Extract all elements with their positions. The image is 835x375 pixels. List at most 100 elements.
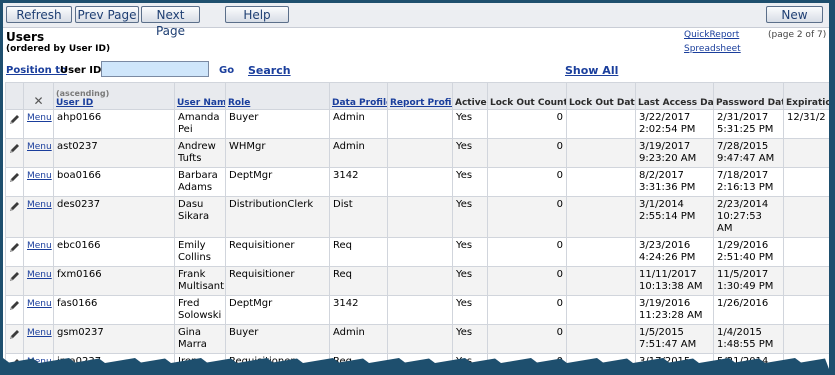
- edit-cell[interactable]: [5, 324, 24, 354]
- row-menu-link[interactable]: Menu: [27, 113, 52, 123]
- menu-cell: Menu: [23, 237, 54, 267]
- line: 3/19/2016: [639, 298, 691, 309]
- last-access-cell: 11/11/2017 10:13:38 AM: [635, 266, 714, 296]
- edit-cell[interactable]: [5, 196, 24, 238]
- row-menu-link[interactable]: Menu: [27, 171, 52, 181]
- row-menu-link[interactable]: Menu: [27, 328, 52, 338]
- line: 2:55:14 PM: [639, 211, 696, 222]
- pencil-icon[interactable]: [9, 172, 20, 183]
- edit-cell[interactable]: [5, 167, 24, 197]
- clear-sort-icon[interactable]: ✕: [23, 82, 54, 110]
- lockout-date-cell: [566, 324, 636, 354]
- report-profile-header-link[interactable]: Report Profile: [390, 98, 452, 108]
- header-report-profile[interactable]: Report Profile: [387, 82, 453, 110]
- table-row[interactable]: Menu ahp0166 Amanda Pei Buyer Admin Yes 0 3/22/2…: [5, 109, 829, 139]
- lockout-date-cell: [566, 237, 636, 267]
- data-profile-cell: Admin: [329, 138, 388, 168]
- row-menu-link[interactable]: Menu: [27, 142, 52, 152]
- edit-cell[interactable]: [5, 266, 24, 296]
- edit-cell[interactable]: [5, 109, 24, 139]
- edit-cell[interactable]: [5, 295, 24, 325]
- search-link[interactable]: Search: [248, 64, 291, 77]
- line: 1:30:49 PM: [717, 281, 774, 292]
- quickreport-link[interactable]: QuickReport: [684, 30, 739, 40]
- pencil-icon[interactable]: [9, 300, 20, 311]
- line: Tufts: [178, 153, 202, 164]
- go-button[interactable]: Go: [219, 65, 234, 76]
- user-name-cell: Amanda Pei: [174, 109, 226, 139]
- header-lockout-counter: Lock Out Counter: [487, 82, 567, 110]
- next-page-button[interactable]: Next Page: [141, 6, 200, 38]
- user-id-cell: fxm0166: [53, 266, 175, 296]
- user-id-cell: ahp0166: [53, 109, 175, 139]
- pencil-icon[interactable]: [9, 201, 20, 212]
- line: 1/5/2015: [639, 327, 684, 338]
- role-cell: Requisitioner: [225, 266, 330, 296]
- table-row[interactable]: Menu fxm0166 Frank Multisant Requisitioner Re…: [5, 266, 829, 296]
- table-row[interactable]: Menu fas0166 Fred Solowski DeptMgr 3142 Yes 0 3/…: [5, 295, 829, 325]
- line: Marra: [178, 339, 207, 350]
- role-cell: Buyer: [225, 324, 330, 354]
- user-id-header-link[interactable]: User ID: [56, 98, 93, 108]
- line: Frank: [178, 269, 206, 280]
- data-profile-cell: 3142: [329, 167, 388, 197]
- report-profile-cell: [387, 266, 453, 296]
- row-menu-link[interactable]: Menu: [27, 299, 52, 309]
- last-access-cell: 1/5/2015 7:51:47 AM: [635, 324, 714, 354]
- data-profile-cell: Dist: [329, 196, 388, 238]
- refresh-button[interactable]: Refresh: [6, 6, 72, 23]
- sort-direction-label: (ascending): [56, 89, 110, 98]
- new-button[interactable]: New: [766, 6, 823, 23]
- lockout-date-cell: [566, 138, 636, 168]
- user-name-header-link[interactable]: User Name: [177, 98, 225, 108]
- pencil-icon[interactable]: [9, 242, 20, 253]
- menu-cell: Menu: [23, 266, 54, 296]
- edit-cell[interactable]: [5, 138, 24, 168]
- active-cell: Yes: [452, 138, 488, 168]
- table-row[interactable]: Menu ast0237 Andrew Tufts WHMgr Admin Yes 0 3/19…: [5, 138, 829, 168]
- table-row[interactable]: Menu ebc0166 Emily Collins Requisitioner Req Y…: [5, 237, 829, 267]
- table-row[interactable]: Menu des0237 Dasu Sikara DistributionClerk Di…: [5, 196, 829, 238]
- edit-cell[interactable]: [5, 237, 24, 267]
- line: 10:27:53: [717, 211, 762, 222]
- pencil-icon[interactable]: [9, 114, 20, 125]
- header-role[interactable]: Role: [225, 82, 330, 110]
- header-user-id[interactable]: (ascending) User ID: [53, 82, 175, 110]
- role-cell: Buyer: [225, 109, 330, 139]
- header-data-profile[interactable]: Data Profile: [329, 82, 388, 110]
- line: 2/31/2017: [717, 112, 769, 123]
- lockout-counter-cell: 0: [487, 266, 567, 296]
- header-user-name[interactable]: User Name: [174, 82, 226, 110]
- help-button[interactable]: Help: [225, 6, 289, 23]
- user-id-cell: des0237: [53, 196, 175, 238]
- line: Pei: [178, 124, 193, 135]
- role-cell: DistributionClerk: [225, 196, 330, 238]
- expiration-cell: [783, 266, 829, 296]
- pencil-icon[interactable]: [9, 271, 20, 282]
- row-menu-link[interactable]: Menu: [27, 200, 52, 210]
- table-header-row: ✕ (ascending)User ID User Name Role Data…: [5, 82, 829, 110]
- line: Multisant: [178, 281, 225, 292]
- active-cell: Yes: [452, 237, 488, 267]
- menu-cell: Menu: [23, 138, 54, 168]
- pencil-icon[interactable]: [9, 143, 20, 154]
- spreadsheet-link[interactable]: Spreadsheet: [684, 44, 741, 54]
- role-header-link[interactable]: Role: [228, 98, 250, 108]
- show-all-link[interactable]: Show All: [565, 64, 618, 77]
- prev-page-button[interactable]: Prev Page: [75, 6, 139, 23]
- header-last-access-date: Last Access Date: [635, 82, 714, 110]
- last-access-cell: 3/19/2017 9:23:20 AM: [635, 138, 714, 168]
- data-profile-cell: Req: [329, 237, 388, 267]
- pencil-icon[interactable]: [9, 329, 20, 340]
- lockout-counter-cell: 0: [487, 237, 567, 267]
- last-access-cell: 3/19/2016 11:23:28 AM: [635, 295, 714, 325]
- data-profile-header-link[interactable]: Data Profile: [332, 98, 387, 108]
- table-row[interactable]: Menu boa0166 Barbara Adams DeptMgr 3142 Yes 0 8/…: [5, 167, 829, 197]
- position-user-id-input[interactable]: [101, 61, 209, 77]
- lockout-counter-cell: 0: [487, 109, 567, 139]
- page-title: Users: [6, 30, 45, 44]
- row-menu-link[interactable]: Menu: [27, 270, 52, 280]
- row-menu-link[interactable]: Menu: [27, 241, 52, 251]
- position-to-link[interactable]: Position to: [6, 65, 67, 76]
- table-row[interactable]: Menu gsm0237 Gina Marra Buyer Admin Yes 0 1/5/20…: [5, 324, 829, 354]
